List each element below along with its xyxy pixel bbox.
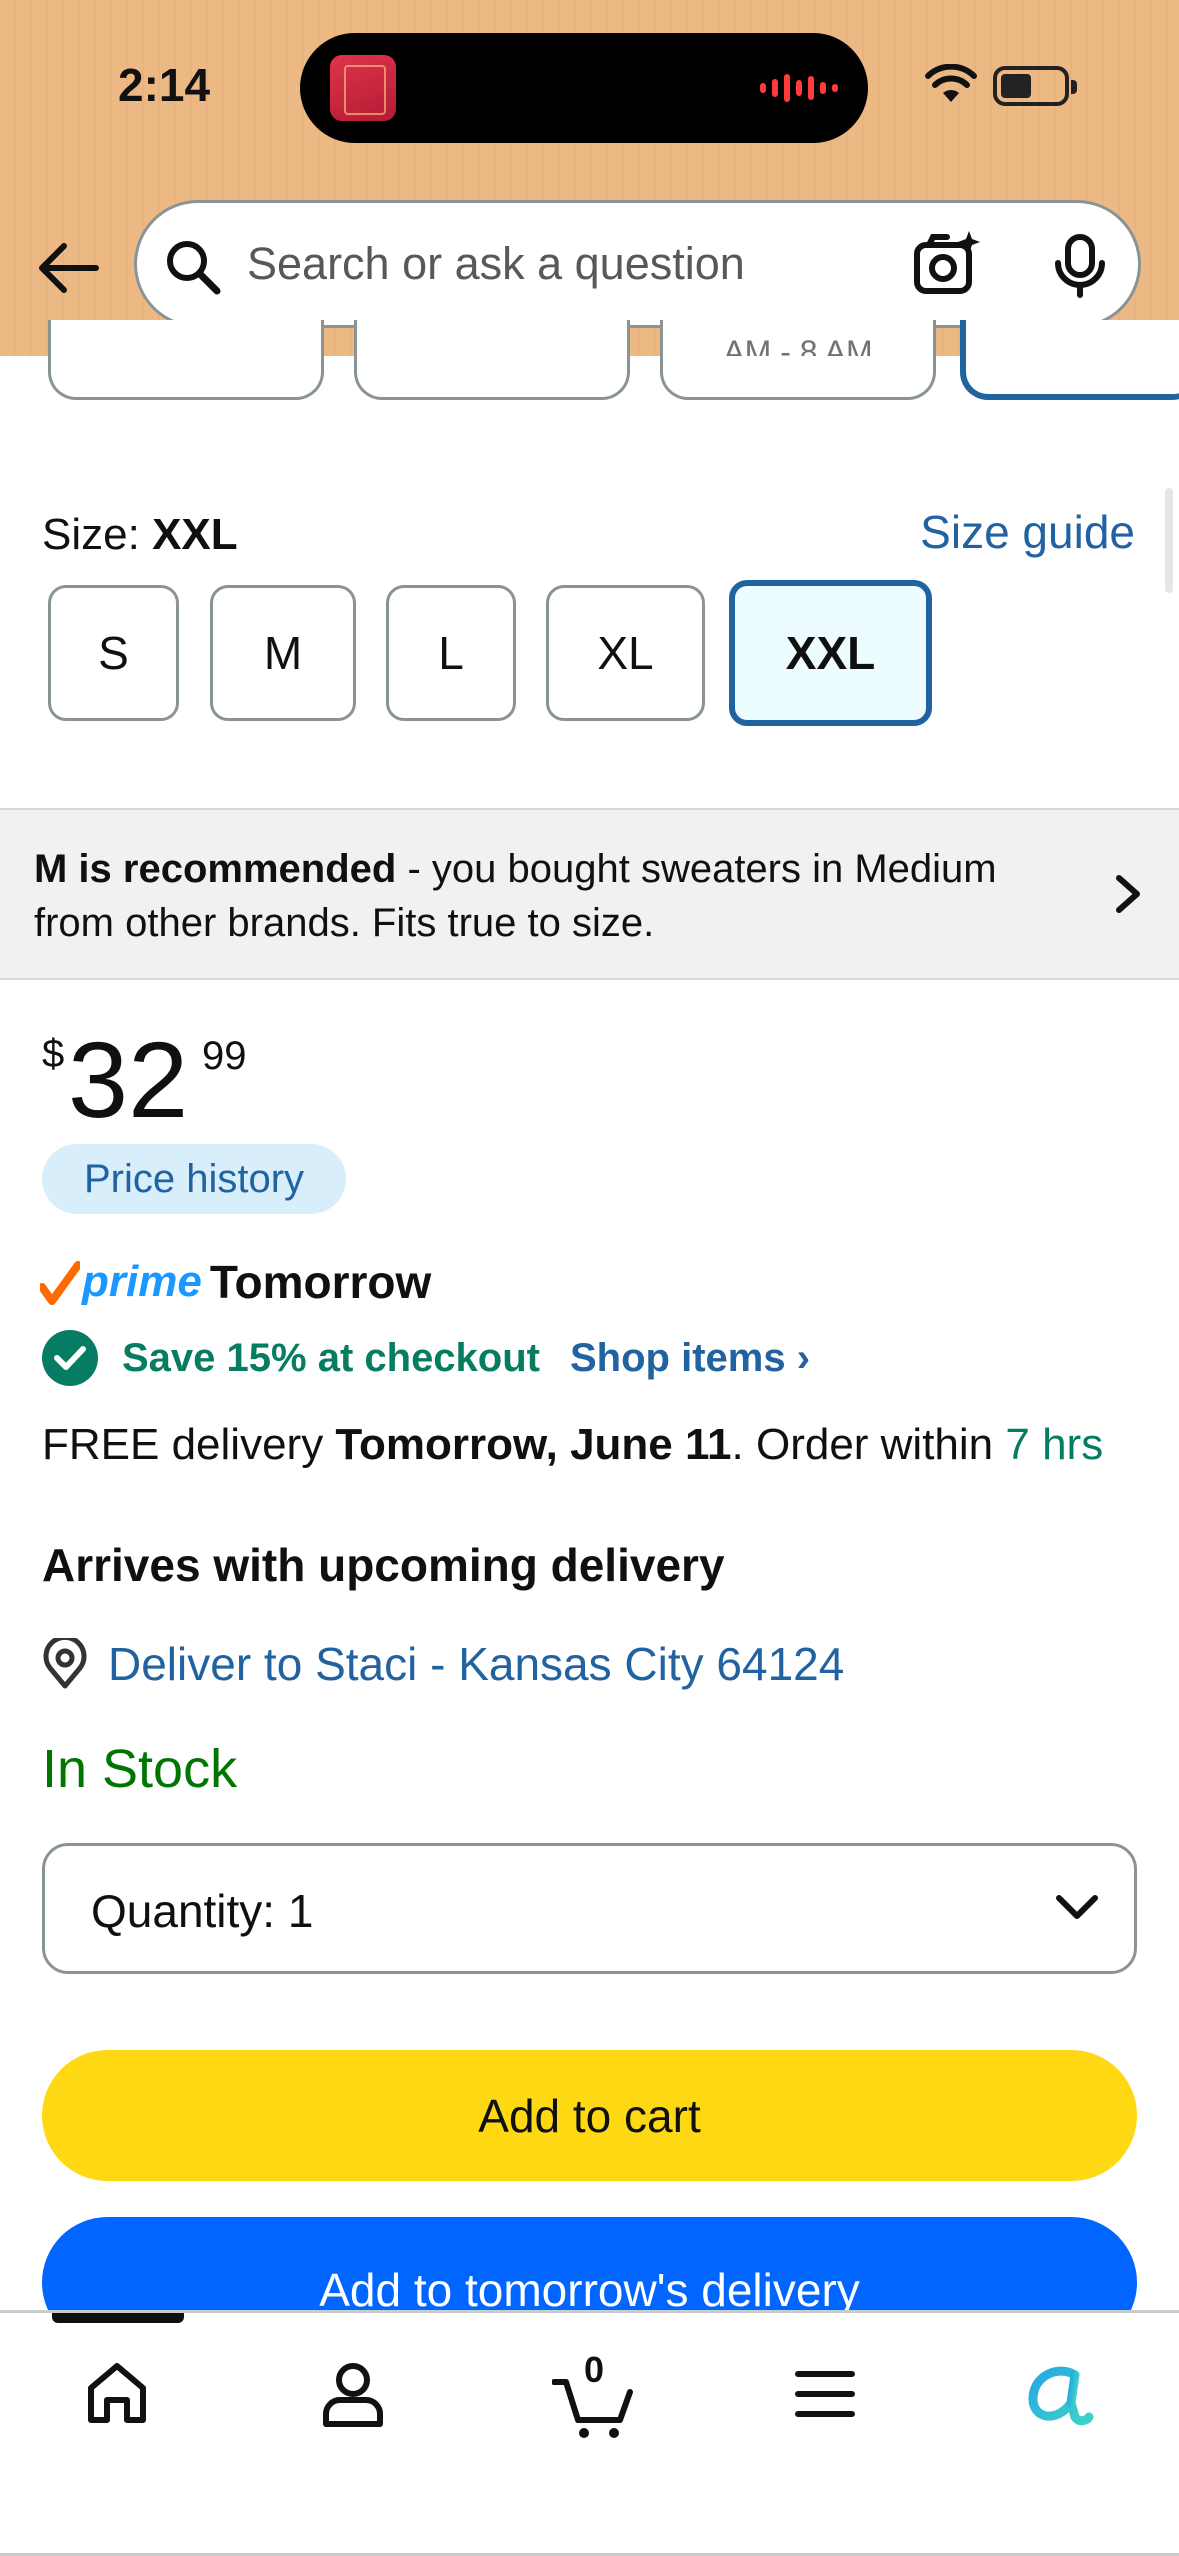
variation-option[interactable] [48, 320, 324, 400]
variation-option-selected[interactable] [960, 320, 1179, 400]
now-playing-artwork [330, 55, 396, 121]
size-option-m[interactable]: M [210, 585, 356, 721]
cart-count: 0 [583, 2349, 605, 2390]
search-icon [167, 241, 221, 295]
home-icon [88, 2363, 146, 2423]
delivery-prefix: FREE delivery [42, 1420, 336, 1469]
menu-icon [795, 2371, 855, 2417]
nav-home[interactable] [72, 2349, 162, 2439]
size-option-xl[interactable]: XL [546, 585, 705, 721]
wifi-icon [925, 64, 977, 102]
price-history-button[interactable]: Price history [42, 1144, 346, 1214]
shop-items-link[interactable]: Shop items › [570, 1336, 810, 1381]
variation-option[interactable] [354, 320, 630, 400]
search-input[interactable] [247, 231, 887, 297]
add-to-cart-button[interactable]: Add to cart [42, 2050, 1137, 2181]
size-label: Size: XXL [42, 510, 238, 560]
microphone-icon[interactable] [1050, 233, 1110, 299]
variation-option[interactable]: AM - 8 AM [660, 320, 936, 400]
variation-option-label: AM - 8 AM [723, 334, 873, 356]
size-recommendation-banner[interactable]: M is recommended - you bought sweaters i… [0, 808, 1179, 980]
account-icon [323, 2363, 383, 2427]
check-circle-icon [42, 1330, 98, 1386]
delivery-middle: . Order within [731, 1420, 1006, 1469]
size-label-prefix: Size: [42, 510, 140, 559]
quantity-value: 1 [287, 1885, 314, 1937]
deliver-to-address: Deliver to Staci - Kansas City 64124 [108, 1638, 845, 1690]
scroll-indicator [1165, 488, 1173, 593]
nav-menu[interactable] [780, 2349, 870, 2439]
arrives-with-delivery: Arrives with upcoming delivery [42, 1539, 725, 1591]
variation-option-label [51, 334, 321, 356]
dynamic-island [300, 33, 868, 143]
battery-icon [993, 66, 1077, 106]
search-bar[interactable] [134, 200, 1141, 328]
variation-option-label [357, 334, 627, 356]
order-countdown: 7 hrs [1005, 1420, 1104, 1469]
camera-search-icon[interactable] [911, 229, 981, 299]
delivery-info: FREE delivery Tomorrow, June 11. Order w… [42, 1415, 1142, 1475]
chevron-down-icon [1056, 1895, 1098, 1919]
deliver-to-link[interactable]: Deliver to Staci - Kansas City 64124 [42, 1632, 844, 1696]
quantity-label: Quantity: 1 [91, 1884, 313, 1938]
price-whole: 32 [68, 1019, 189, 1140]
nav-cart[interactable]: 0 [544, 2349, 644, 2439]
bottom-nav: 0 [0, 2310, 1179, 2556]
prime-delivery-speed: Tomorrow [209, 1256, 432, 1308]
nav-active-indicator [52, 2313, 184, 2323]
price-currency: $ [42, 1032, 65, 1076]
location-pin-icon [43, 1638, 87, 1689]
size-option-xxl[interactable]: XXL [729, 580, 932, 726]
status-time: 2:14 [118, 59, 211, 111]
size-selected-value: XXL [152, 510, 238, 559]
promo-row: Save 15% at checkout Shop items › [42, 1330, 810, 1386]
back-arrow-icon[interactable] [34, 234, 102, 302]
quantity-label-text: Quantity: [91, 1885, 276, 1937]
recommendation-text: M is recommended - you bought sweaters i… [34, 842, 1074, 950]
app-header: 2:14 [0, 0, 1179, 356]
size-guide-link[interactable]: Size guide [920, 505, 1135, 559]
size-option-l[interactable]: L [386, 585, 516, 721]
promo-text: Save 15% at checkout [122, 1335, 540, 1380]
rufus-icon [1028, 2366, 1094, 2426]
prime-logo-text: prime [82, 1257, 202, 1306]
audio-waveform-icon [760, 73, 838, 103]
prime-check-icon [40, 1261, 80, 1305]
size-option-s[interactable]: S [48, 585, 179, 721]
recommendation-bold: M is recommended [34, 847, 397, 891]
prime-badge: prime Tomorrow [40, 1252, 431, 1312]
delivery-date: Tomorrow, June 11 [335, 1420, 732, 1469]
price-fraction: 99 [202, 1034, 247, 1078]
chevron-right-icon [1116, 875, 1140, 913]
quantity-selector[interactable]: Quantity: 1 [42, 1843, 1137, 1974]
variation-option-label [966, 334, 1179, 356]
nav-rufus[interactable] [1014, 2349, 1104, 2439]
nav-account[interactable] [308, 2349, 398, 2439]
stock-status: In Stock [42, 1739, 238, 1799]
